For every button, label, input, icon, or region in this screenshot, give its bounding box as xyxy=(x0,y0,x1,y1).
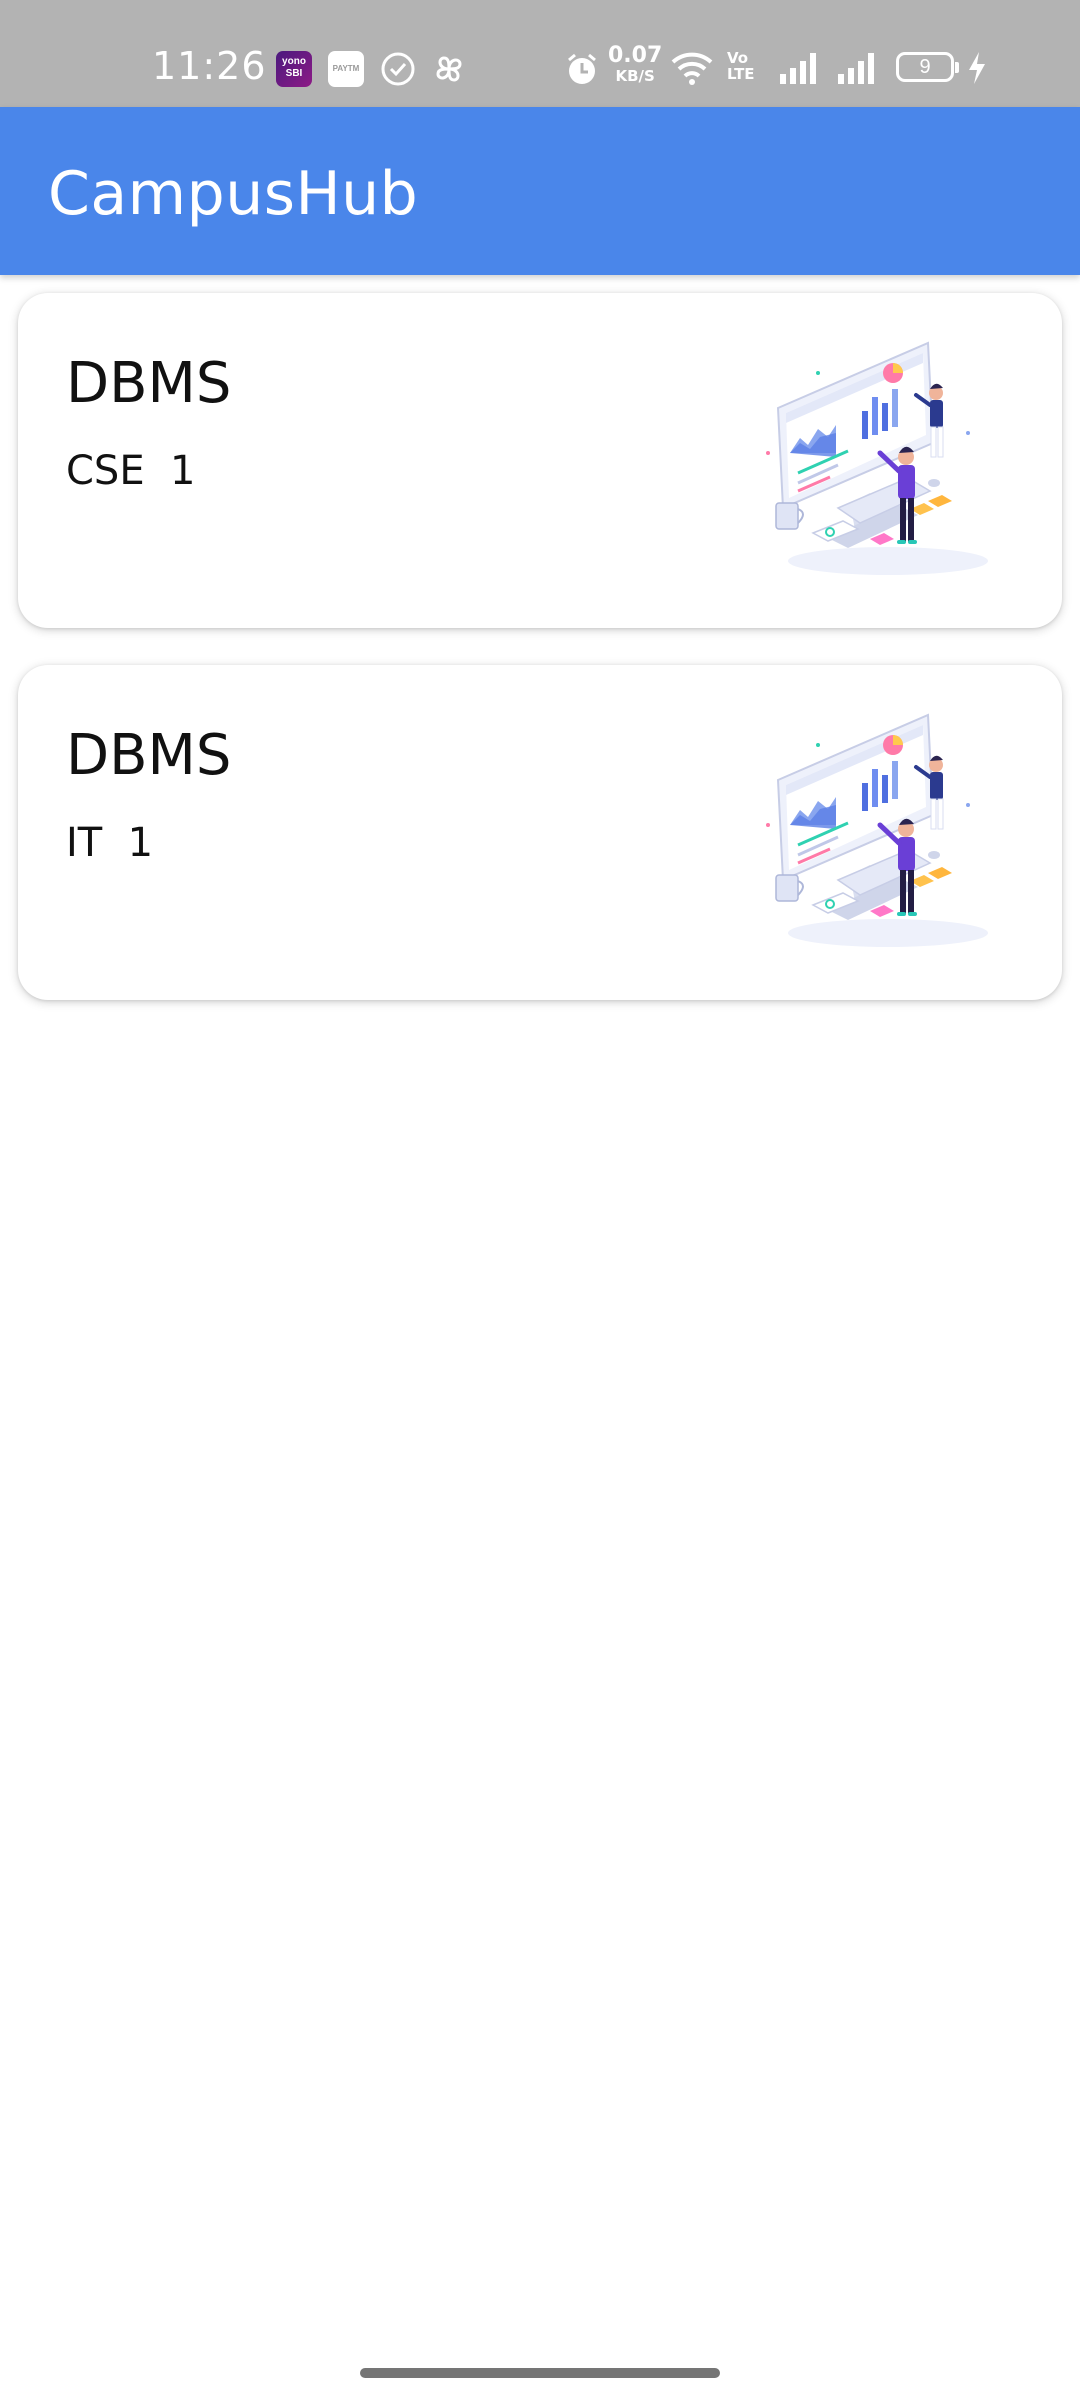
course-title: DBMS xyxy=(66,723,232,788)
paytm-app-icon: PAYTM xyxy=(328,51,364,87)
signal-icon xyxy=(838,53,874,84)
course-branch: CSE xyxy=(66,448,145,494)
gesture-navigation-bar[interactable] xyxy=(360,2368,720,2378)
volte-icon: Vo LTE xyxy=(727,49,755,83)
course-card[interactable]: DBMS CSE 1 xyxy=(18,293,1062,628)
battery-icon: 9 xyxy=(896,52,959,82)
status-time: 11:26 xyxy=(152,44,267,88)
charging-icon xyxy=(969,52,985,84)
app-bar: CampusHub xyxy=(0,107,1080,275)
network-speed: 0.07 KB/S xyxy=(608,43,663,86)
course-meta: CSE 1 xyxy=(66,448,195,494)
course-branch: IT xyxy=(66,820,103,866)
yono-sbi-app-icon: yono SBI xyxy=(276,51,312,87)
course-year: 1 xyxy=(127,820,154,866)
course-card[interactable]: DBMS IT 1 xyxy=(18,665,1062,1000)
signal-icon xyxy=(780,53,816,84)
course-title: DBMS xyxy=(66,351,232,416)
status-bar: 11:26 yono SBI PAYTM 0.07 KB/S Vo LTE 9 xyxy=(0,0,1080,107)
network-speed-unit: KB/S xyxy=(615,67,655,85)
network-speed-value: 0.07 xyxy=(608,43,663,68)
check-circle-icon xyxy=(381,52,415,86)
data-analytics-illustration xyxy=(758,333,998,583)
course-meta: IT 1 xyxy=(66,820,153,866)
wifi-icon xyxy=(671,52,713,85)
course-year: 1 xyxy=(170,448,196,494)
data-analytics-illustration xyxy=(758,705,998,955)
pinwheel-icon xyxy=(436,56,462,82)
app-title: CampusHub xyxy=(48,159,419,229)
alarm-icon xyxy=(568,53,596,84)
